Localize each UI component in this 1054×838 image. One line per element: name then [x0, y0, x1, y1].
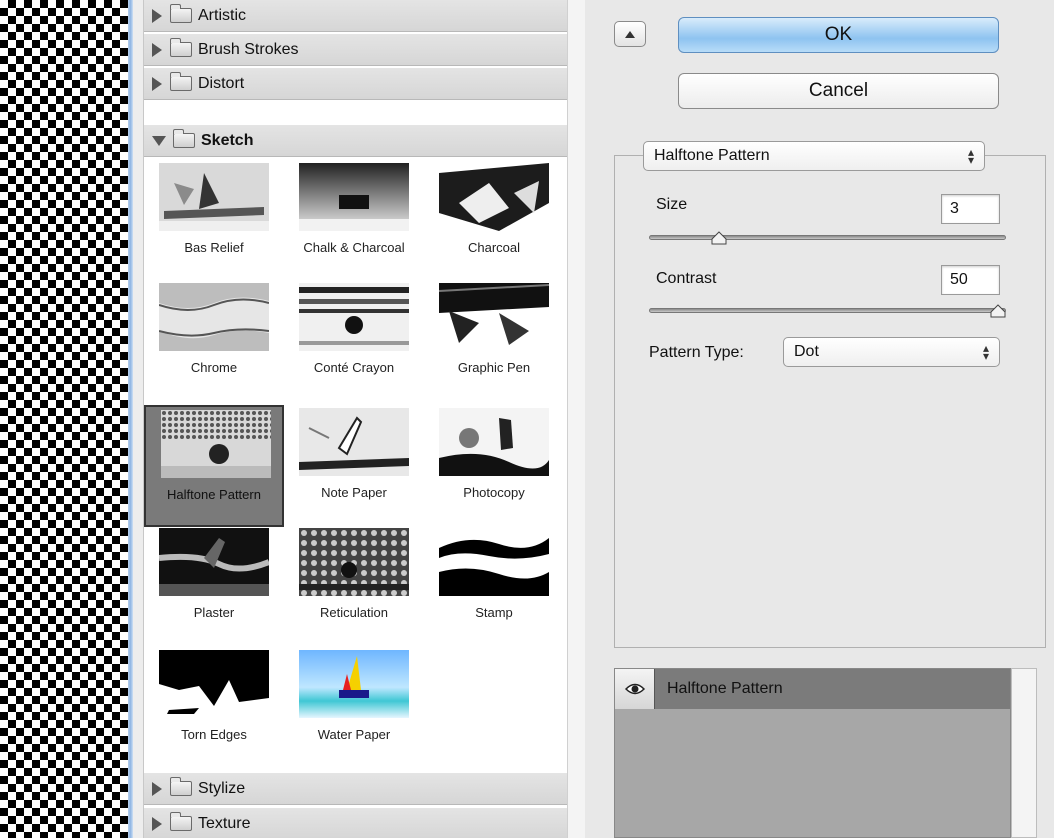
filter-thumb-bas-relief[interactable]: Bas Relief [144, 160, 284, 282]
filter-thumb-photocopy[interactable]: Photocopy [424, 405, 564, 527]
folder-icon [170, 72, 192, 91]
category-sketch[interactable]: Sketch [144, 125, 568, 157]
category-brush-strokes[interactable]: Brush Strokes [144, 34, 568, 66]
photocopy-thumbnail [439, 408, 549, 476]
halftone-pattern-thumbnail [161, 410, 271, 478]
cancel-button[interactable]: Cancel [678, 73, 999, 109]
folder-icon [170, 4, 192, 23]
filter-thumb-graphic-pen[interactable]: Graphic Pen [424, 280, 564, 402]
filter-settings-group [614, 155, 1046, 648]
layers-scrollbar[interactable] [1011, 668, 1037, 838]
size-label: Size [656, 196, 688, 213]
reticulation-thumbnail [299, 528, 409, 596]
folder-icon [170, 812, 192, 831]
size-input[interactable]: 3 [941, 194, 1000, 224]
water-paper-thumbnail [299, 650, 409, 718]
size-slider[interactable] [649, 235, 1006, 240]
contrast-slider-handle[interactable] [990, 304, 1006, 318]
filter-select[interactable]: Halftone Pattern ▴ ▾ [643, 141, 985, 171]
filter-thumb-halftone-pattern[interactable]: Halftone Pattern [144, 405, 284, 527]
filter-thumb-plaster[interactable]: Plaster [144, 525, 284, 647]
filter-thumb-conte-crayon[interactable]: Conté Crayon [284, 280, 424, 402]
category-label: Brush Strokes [198, 40, 299, 58]
category-distort[interactable]: Distort [144, 68, 568, 100]
triangle-up-icon [625, 30, 635, 38]
filter-thumb-water-paper[interactable]: Water Paper [284, 647, 424, 769]
filter-thumb-note-paper[interactable]: Note Paper [284, 405, 424, 527]
filter-label: Reticulation [320, 605, 388, 620]
graphic-pen-thumbnail [439, 283, 549, 351]
contrast-input[interactable]: 50 [941, 265, 1000, 295]
collapse-gallery-button[interactable] [614, 21, 646, 47]
contrast-slider[interactable] [649, 308, 1006, 313]
filter-label: Conté Crayon [313, 360, 395, 375]
note-paper-thumbnail [299, 408, 409, 476]
filter-label: Chalk & Charcoal [303, 240, 405, 255]
filter-thumb-stamp[interactable]: Stamp [424, 525, 564, 647]
filter-label: Chrome [190, 360, 238, 375]
filter-thumb-reticulation[interactable]: Reticulation [284, 525, 424, 647]
effect-layer-row[interactable]: Halftone Pattern [615, 669, 1010, 709]
filter-label: Graphic Pen [457, 360, 531, 375]
category-label: Stylize [198, 779, 246, 797]
contrast-label: Contrast [656, 270, 717, 287]
filter-label: Note Paper [321, 485, 387, 500]
filter-label: Halftone Pattern [167, 487, 261, 502]
pattern-type-label: Pattern Type: [649, 344, 744, 361]
folder-icon [170, 777, 192, 796]
category-label: Artistic [198, 6, 246, 24]
effect-layers-list: Halftone Pattern [614, 668, 1011, 838]
effect-layer-name: Halftone Pattern [667, 680, 783, 697]
disclosure-right-icon [152, 42, 162, 57]
chrome-thumbnail [159, 283, 269, 351]
filter-label: Bas Relief [184, 240, 244, 255]
filter-thumb-chalk-charcoal[interactable]: Chalk & Charcoal [284, 160, 424, 282]
plaster-thumbnail [159, 528, 269, 596]
chalk-charcoal-thumbnail [299, 163, 409, 231]
category-label: Texture [198, 814, 251, 832]
folder-icon [170, 38, 192, 57]
pattern-type-select[interactable]: Dot ▴ ▾ [783, 337, 1000, 367]
disclosure-right-icon [152, 76, 162, 91]
filter-gallery: Artistic Brush Strokes Distort Sketch Ba… [143, 0, 568, 838]
conte-crayon-thumbnail [299, 283, 409, 351]
filter-thumb-charcoal[interactable]: Charcoal [424, 160, 564, 282]
panel-gap [133, 0, 143, 838]
filter-thumb-chrome[interactable]: Chrome [144, 280, 284, 402]
filter-label: Plaster [193, 605, 235, 620]
disclosure-down-icon [152, 135, 166, 146]
category-stylize[interactable]: Stylize [144, 773, 568, 805]
size-slider-handle[interactable] [711, 231, 727, 245]
eye-icon[interactable] [615, 669, 655, 709]
filter-label: Torn Edges [181, 727, 247, 742]
updown-arrows-icon: ▴ ▾ [982, 341, 989, 363]
category-texture[interactable]: Texture [144, 808, 568, 838]
bas-relief-thumbnail [159, 163, 269, 231]
gallery-scrollbar[interactable] [567, 0, 585, 838]
pattern-type-value: Dot [794, 343, 819, 360]
open-folder-icon [173, 129, 195, 148]
disclosure-right-icon [152, 816, 162, 831]
updown-arrows-icon: ▴ ▾ [967, 145, 974, 167]
filter-select-value: Halftone Pattern [654, 147, 770, 164]
category-label: Sketch [201, 131, 254, 149]
filter-thumb-torn-edges[interactable]: Torn Edges [144, 647, 284, 769]
filter-label: Stamp [475, 605, 513, 620]
filter-label: Water Paper [317, 727, 391, 742]
stamp-thumbnail [439, 528, 549, 596]
torn-edges-thumbnail [159, 650, 269, 718]
disclosure-right-icon [152, 781, 162, 796]
filter-label: Charcoal [467, 240, 521, 255]
ok-button[interactable]: OK [678, 17, 999, 53]
charcoal-thumbnail [439, 163, 549, 231]
category-artistic[interactable]: Artistic [144, 0, 568, 32]
disclosure-right-icon [152, 8, 162, 23]
filter-label: Photocopy [463, 485, 525, 500]
category-label: Distort [198, 74, 245, 92]
image-preview-canvas[interactable] [0, 0, 128, 838]
